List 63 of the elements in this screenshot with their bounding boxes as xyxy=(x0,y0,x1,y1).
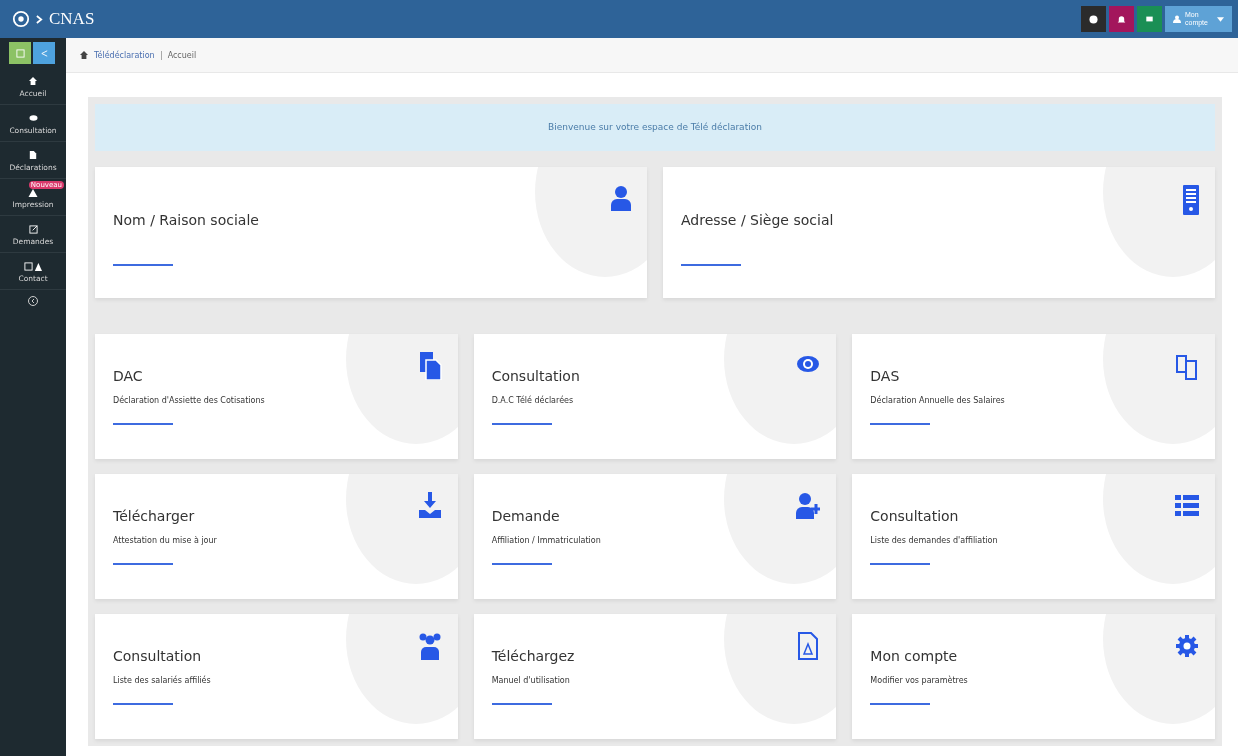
card-subtitle: Manuel d'utilisation xyxy=(491,676,571,685)
home-icon xyxy=(29,75,37,87)
breadcrumb-link[interactable]: Télédéclaration xyxy=(94,50,155,60)
bell-icon xyxy=(1117,14,1126,24)
card-title: Consultation xyxy=(113,648,203,664)
menu-card[interactable]: Demande Affiliation / Immatriculation xyxy=(473,474,837,599)
card-subtitle: D.A.C Télé déclarées xyxy=(491,396,575,405)
settings-icon xyxy=(1175,632,1199,660)
messages-button[interactable] xyxy=(1137,6,1162,32)
home-icon xyxy=(80,51,88,59)
file-icon xyxy=(29,149,37,161)
menu-card[interactable]: Consultation Liste des demandes d'affiliation xyxy=(852,474,1215,599)
pdf-icon xyxy=(796,632,821,660)
caret-icon xyxy=(1217,16,1224,22)
menu-card[interactable]: Consultation Liste des salariés affiliés xyxy=(95,614,458,739)
logo-icon xyxy=(12,10,30,28)
user-icon xyxy=(1173,14,1181,24)
card-subtitle: Affiliation / Immatriculation xyxy=(491,536,602,545)
file-icon xyxy=(417,352,442,380)
back-icon xyxy=(28,296,38,306)
contact-icon xyxy=(24,260,42,272)
card-title: Consultation xyxy=(870,508,960,524)
users-icon xyxy=(417,632,442,660)
card-title: DAC xyxy=(113,368,144,384)
download-icon xyxy=(417,492,442,520)
card-subtitle: Liste des salariés affiliés xyxy=(113,676,212,685)
card-subtitle: Liste des demandes d'affiliation xyxy=(870,536,999,545)
brand-name: CNAS xyxy=(49,9,95,29)
card-subtitle: Déclaration Annuelle des Salaires xyxy=(870,396,1006,405)
info-button[interactable] xyxy=(1081,6,1106,32)
square-icon xyxy=(15,48,25,58)
copy-icon xyxy=(1175,352,1199,380)
chevron-icon xyxy=(36,14,43,24)
card-title: Télécharger xyxy=(113,508,196,524)
card-title: Téléchargez xyxy=(491,648,576,664)
menu-card[interactable]: Téléchargez Manuel d'utilisation xyxy=(473,614,837,739)
add-user-icon xyxy=(796,492,821,520)
notifications-button[interactable] xyxy=(1109,6,1134,32)
menu-card[interactable]: Télécharger Attestation du mise à jour xyxy=(95,474,458,599)
menu-card[interactable]: Consultation D.A.C Télé déclarées xyxy=(473,334,837,459)
card-title: Nom / Raison sociale xyxy=(113,211,260,228)
edit-icon xyxy=(28,223,38,235)
envelope-icon xyxy=(1145,15,1154,23)
server-icon xyxy=(1183,185,1199,215)
share-icon xyxy=(39,48,49,58)
menu-card[interactable]: DAC Déclaration d'Assiette des Cotisations xyxy=(95,334,458,459)
circle-icon xyxy=(1089,14,1098,24)
card-title: Demande xyxy=(491,508,561,524)
menu-card[interactable]: Mon compte Modifier vos paramètres xyxy=(852,614,1215,739)
card-subtitle: Attestation du mise à jour xyxy=(113,536,218,545)
card-title: Adresse / Siège social xyxy=(681,211,835,228)
info-card[interactable]: Adresse / Siège social xyxy=(663,167,1215,298)
card-title: Mon compte xyxy=(870,648,959,664)
card-subtitle: Modifier vos paramètres xyxy=(870,676,969,685)
welcome-banner: Bienvenue sur votre espace de Télé déclaration xyxy=(95,104,1215,151)
card-title: Consultation xyxy=(491,368,581,384)
card-subtitle: Déclaration d'Assiette des Cotisations xyxy=(113,396,266,405)
menu-card[interactable]: DAS Déclaration Annuelle des Salaires xyxy=(852,334,1215,459)
breadcrumb-link[interactable]: Accueil xyxy=(167,50,197,60)
user-icon xyxy=(611,185,631,211)
info-card[interactable]: Nom / Raison sociale xyxy=(95,167,647,298)
eye-icon xyxy=(28,112,38,124)
card-title: DAS xyxy=(870,368,901,384)
